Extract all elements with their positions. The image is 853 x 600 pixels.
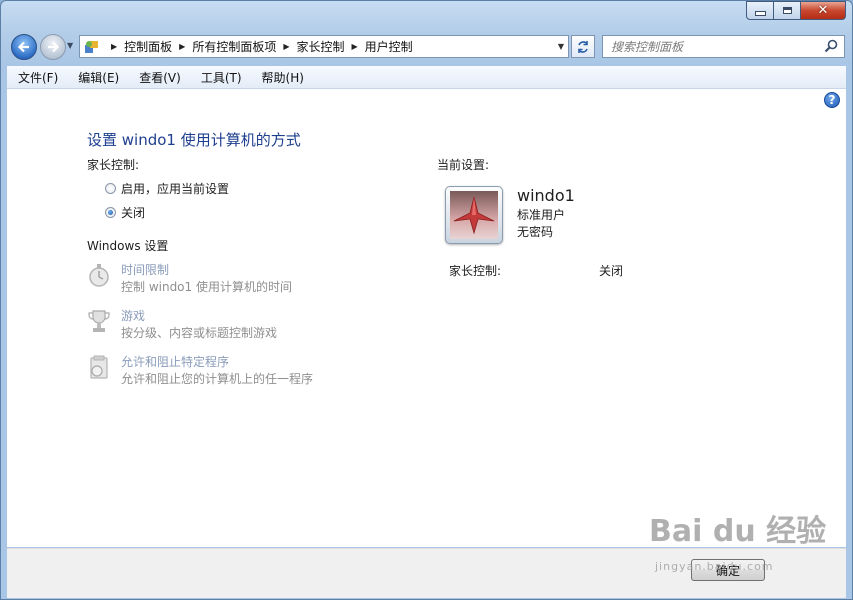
setting-time-limits-title: 时间限制 [121, 263, 170, 277]
search-icon[interactable] [824, 39, 838, 53]
current-settings-label: 当前设置: [437, 158, 490, 172]
breadcrumb-user-controls[interactable]: 用户控制 [365, 38, 413, 55]
back-arrow-icon [17, 41, 29, 53]
setting-games: 游戏 按分级、内容或标题控制游戏 [87, 308, 277, 342]
close-icon: ✕ [817, 3, 829, 18]
menu-file[interactable]: 文件(F) [7, 69, 67, 86]
forward-button[interactable] [40, 34, 66, 60]
radio-off[interactable]: 关闭 [105, 204, 145, 221]
refresh-icon [578, 40, 588, 53]
windows-settings-label: Windows 设置 [87, 239, 169, 253]
navigation-bar: ▼ ▶ 控制面板 ▶ 所有控制面板项 ▶ 家长控制 ▶ 用户控制 ▼ [1, 32, 852, 62]
setting-games-title: 游戏 [121, 309, 146, 323]
minimize-icon [754, 11, 766, 16]
help-icon[interactable]: ? [824, 92, 840, 108]
breadcrumb-separator-icon[interactable]: ▶ [179, 42, 185, 51]
ok-button[interactable]: 确定 [691, 559, 765, 581]
radio-off-button[interactable] [105, 207, 116, 218]
search-input[interactable] [603, 36, 826, 57]
menu-view[interactable]: 查看(V) [128, 69, 190, 86]
page-title: 设置 windo1 使用计算机的方式 [87, 131, 301, 149]
avatar [445, 186, 503, 244]
menu-edit[interactable]: 编辑(E) [67, 69, 128, 86]
origami-crane-icon [450, 191, 498, 239]
breadcrumb-separator-icon[interactable]: ▶ [283, 42, 289, 51]
breadcrumb-control-panel[interactable]: 控制面板 [124, 38, 172, 55]
breadcrumb-separator-icon: ▶ [111, 42, 118, 51]
radio-enable-button[interactable] [105, 183, 116, 194]
radio-selected-dot [108, 210, 113, 215]
recent-pages-dropdown[interactable]: ▼ [67, 41, 73, 50]
radio-enable-label[interactable]: 启用，应用当前设置 [121, 180, 229, 197]
current-parental-control-value: 关闭 [599, 264, 624, 278]
setting-games-desc: 按分级、内容或标题控制游戏 [121, 326, 278, 340]
address-dropdown-icon[interactable]: ▼ [558, 42, 564, 51]
window-controls: ✕ [746, 1, 846, 21]
control-panel-window: ✕ ▼ ▶ 控制面板 ▶ 所有控制面板项 ▶ 家长控制 ▶ 用户控制 ▼ 搜索控… [0, 0, 853, 600]
breadcrumb-separator-icon[interactable]: ▶ [352, 42, 358, 51]
breadcrumb-all-items[interactable]: 所有控制面板项 [192, 38, 276, 55]
parental-control-label: 家长控制: [87, 158, 140, 172]
radio-off-label[interactable]: 关闭 [121, 204, 145, 221]
setting-allow-block-programs-desc: 允许和阻止您的计算机上的任一程序 [121, 372, 314, 386]
menu-bar: 文件(F) 编辑(E) 查看(V) 工具(T) 帮助(H) [7, 66, 846, 89]
radio-enable[interactable]: 启用，应用当前设置 [105, 180, 229, 197]
breadcrumb-parental-controls[interactable]: 家长控制 [297, 38, 345, 55]
address-bar[interactable]: ▶ 控制面板 ▶ 所有控制面板项 ▶ 家长控制 ▶ 用户控制 ▼ [79, 35, 569, 58]
current-parental-control-label: 家长控制: [449, 264, 502, 278]
minimize-button[interactable] [746, 1, 774, 20]
programs-icon [87, 354, 111, 382]
footer-bar: 确定 [7, 548, 846, 598]
close-button[interactable]: ✕ [800, 1, 846, 20]
main-content: ? 设置 windo1 使用计算机的方式 家长控制: 启用，应用当前设置 关闭 … [7, 89, 846, 547]
trophy-icon [87, 308, 111, 336]
user-account-type: 标准用户 [517, 208, 566, 222]
setting-allow-block-programs: 允许和阻止特定程序 允许和阻止您的计算机上的任一程序 [87, 354, 313, 388]
menu-help[interactable]: 帮助(H) [251, 69, 313, 86]
maximize-icon [782, 7, 792, 14]
stopwatch-icon [87, 262, 111, 290]
maximize-button[interactable] [773, 1, 801, 20]
control-panel-icon [84, 39, 100, 55]
user-password-status: 无密码 [517, 225, 554, 239]
setting-time-limits-desc: 控制 windo1 使用计算机的时间 [121, 280, 292, 294]
search-box [602, 35, 845, 58]
refresh-button[interactable] [571, 35, 595, 58]
menu-tools[interactable]: 工具(T) [190, 69, 251, 86]
forward-arrow-icon [48, 41, 60, 53]
user-name: windo1 [517, 186, 575, 205]
setting-allow-block-programs-title: 允许和阻止特定程序 [121, 355, 230, 369]
back-button[interactable] [11, 34, 37, 60]
setting-time-limits: 时间限制 控制 windo1 使用计算机的时间 [87, 262, 292, 296]
